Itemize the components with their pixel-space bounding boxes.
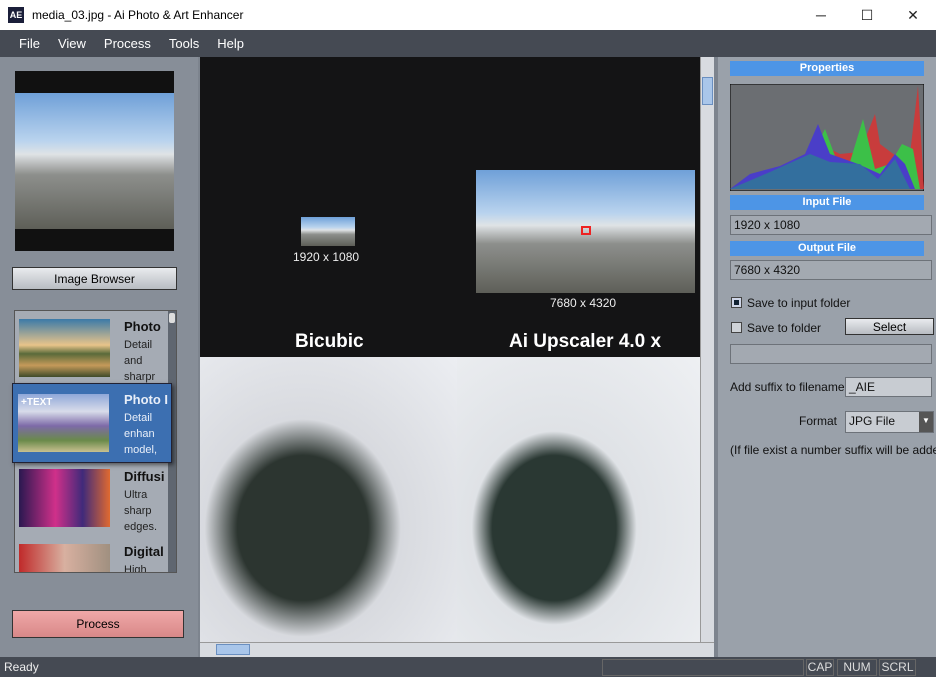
image-browser-button[interactable]: Image Browser bbox=[12, 267, 177, 290]
model-item[interactable]: Digital High bbox=[15, 536, 170, 573]
process-button[interactable]: Process bbox=[12, 610, 184, 638]
format-label: Format bbox=[799, 414, 838, 428]
model-thumbnail: +TEXT bbox=[18, 394, 109, 452]
model-title: Diffusi bbox=[124, 469, 165, 484]
left-panel: Image Browser Photo Detail and sharpr Di… bbox=[0, 57, 198, 657]
histogram bbox=[730, 84, 924, 191]
output-file-header: Output File bbox=[730, 241, 924, 256]
save-input-radio[interactable] bbox=[731, 297, 742, 308]
format-note: (If file exist a number suffix will be a… bbox=[730, 443, 936, 457]
output-size-label: 7680 x 4320 bbox=[550, 296, 617, 310]
model-item[interactable]: Diffusi Ultra sharp edges. bbox=[15, 461, 170, 536]
menu-help[interactable]: Help bbox=[217, 36, 244, 51]
menu-view[interactable]: View bbox=[58, 36, 86, 51]
output-size-field: 7680 x 4320 bbox=[730, 260, 932, 280]
format-select[interactable]: JPG File ▼ bbox=[845, 411, 934, 433]
save-folder-checkbox[interactable] bbox=[731, 322, 742, 333]
upscaler-label: Ai Upscaler 4.0 x bbox=[509, 331, 662, 352]
chevron-down-icon[interactable]: ▼ bbox=[919, 412, 933, 432]
save-folder-label: Save to folder bbox=[747, 321, 822, 335]
maximize-button[interactable]: ☐ bbox=[844, 0, 890, 30]
model-item[interactable]: Photo Detail and sharpr bbox=[15, 311, 170, 386]
status-text: Ready bbox=[4, 660, 39, 674]
folder-path-input[interactable] bbox=[730, 344, 932, 364]
image-viewer[interactable]: 1920 x 1080 7680 x 4320 Bicubic Ai Upsca… bbox=[200, 57, 700, 642]
menu-process[interactable]: Process bbox=[104, 36, 151, 51]
model-description: Ultra sharp edges. bbox=[124, 489, 158, 533]
model-title: Digital bbox=[124, 544, 164, 559]
bicubic-comparison bbox=[200, 357, 457, 642]
input-file-header: Input File bbox=[730, 195, 924, 210]
select-folder-button[interactable]: Select bbox=[845, 318, 934, 335]
input-size-field: 1920 x 1080 bbox=[730, 215, 932, 235]
properties-panel: Properties Input File 1920 x 1080 Output… bbox=[718, 57, 936, 657]
thumbnail-text: +TEXT bbox=[21, 397, 53, 408]
model-thumbnail bbox=[19, 469, 110, 527]
bicubic-label: Bicubic bbox=[295, 331, 364, 352]
suffix-label: Add suffix to filename bbox=[730, 380, 845, 394]
model-thumbnail bbox=[19, 319, 110, 377]
menu-tools[interactable]: Tools bbox=[169, 36, 199, 51]
app-icon: AE bbox=[8, 7, 24, 23]
menu-file[interactable]: File bbox=[19, 36, 40, 51]
model-thumbnail bbox=[19, 544, 110, 572]
model-title: Photo bbox=[124, 319, 161, 334]
image-preview bbox=[15, 71, 174, 251]
horizontal-scrollbar[interactable] bbox=[200, 642, 714, 657]
properties-header: Properties bbox=[730, 61, 924, 76]
model-title: Photo I bbox=[124, 392, 169, 407]
format-value: JPG File bbox=[849, 414, 896, 428]
save-input-label: Save to input folder bbox=[747, 296, 851, 310]
close-button[interactable]: ✕ bbox=[890, 0, 936, 30]
model-item-selected[interactable]: +TEXT Photo I Detail enhan model, bbox=[12, 383, 172, 463]
minimize-button[interactable]: ─ bbox=[798, 0, 844, 30]
title-bar: AE media_03.jpg - Ai Photo & Art Enhance… bbox=[0, 0, 936, 30]
status-bar: Ready CAP NUM SCRL bbox=[0, 657, 936, 677]
suffix-input[interactable]: _AIE bbox=[845, 377, 932, 397]
model-description: Detail enhan model, bbox=[124, 412, 158, 456]
output-thumbnail bbox=[476, 170, 695, 293]
model-description: High bbox=[124, 564, 147, 573]
input-size-label: 1920 x 1080 bbox=[293, 250, 360, 264]
input-thumbnail bbox=[301, 217, 355, 246]
num-lock-indicator: NUM bbox=[837, 659, 877, 676]
window-title: media_03.jpg - Ai Photo & Art Enhancer bbox=[32, 8, 244, 22]
menu-bar: File View Process Tools Help bbox=[0, 30, 936, 57]
caps-lock-indicator: CAP bbox=[806, 659, 834, 676]
upscaled-comparison bbox=[457, 357, 700, 642]
model-description: Detail and sharpr bbox=[124, 339, 156, 383]
vertical-scrollbar[interactable] bbox=[700, 57, 714, 642]
scroll-lock-indicator: SCRL bbox=[879, 659, 916, 676]
